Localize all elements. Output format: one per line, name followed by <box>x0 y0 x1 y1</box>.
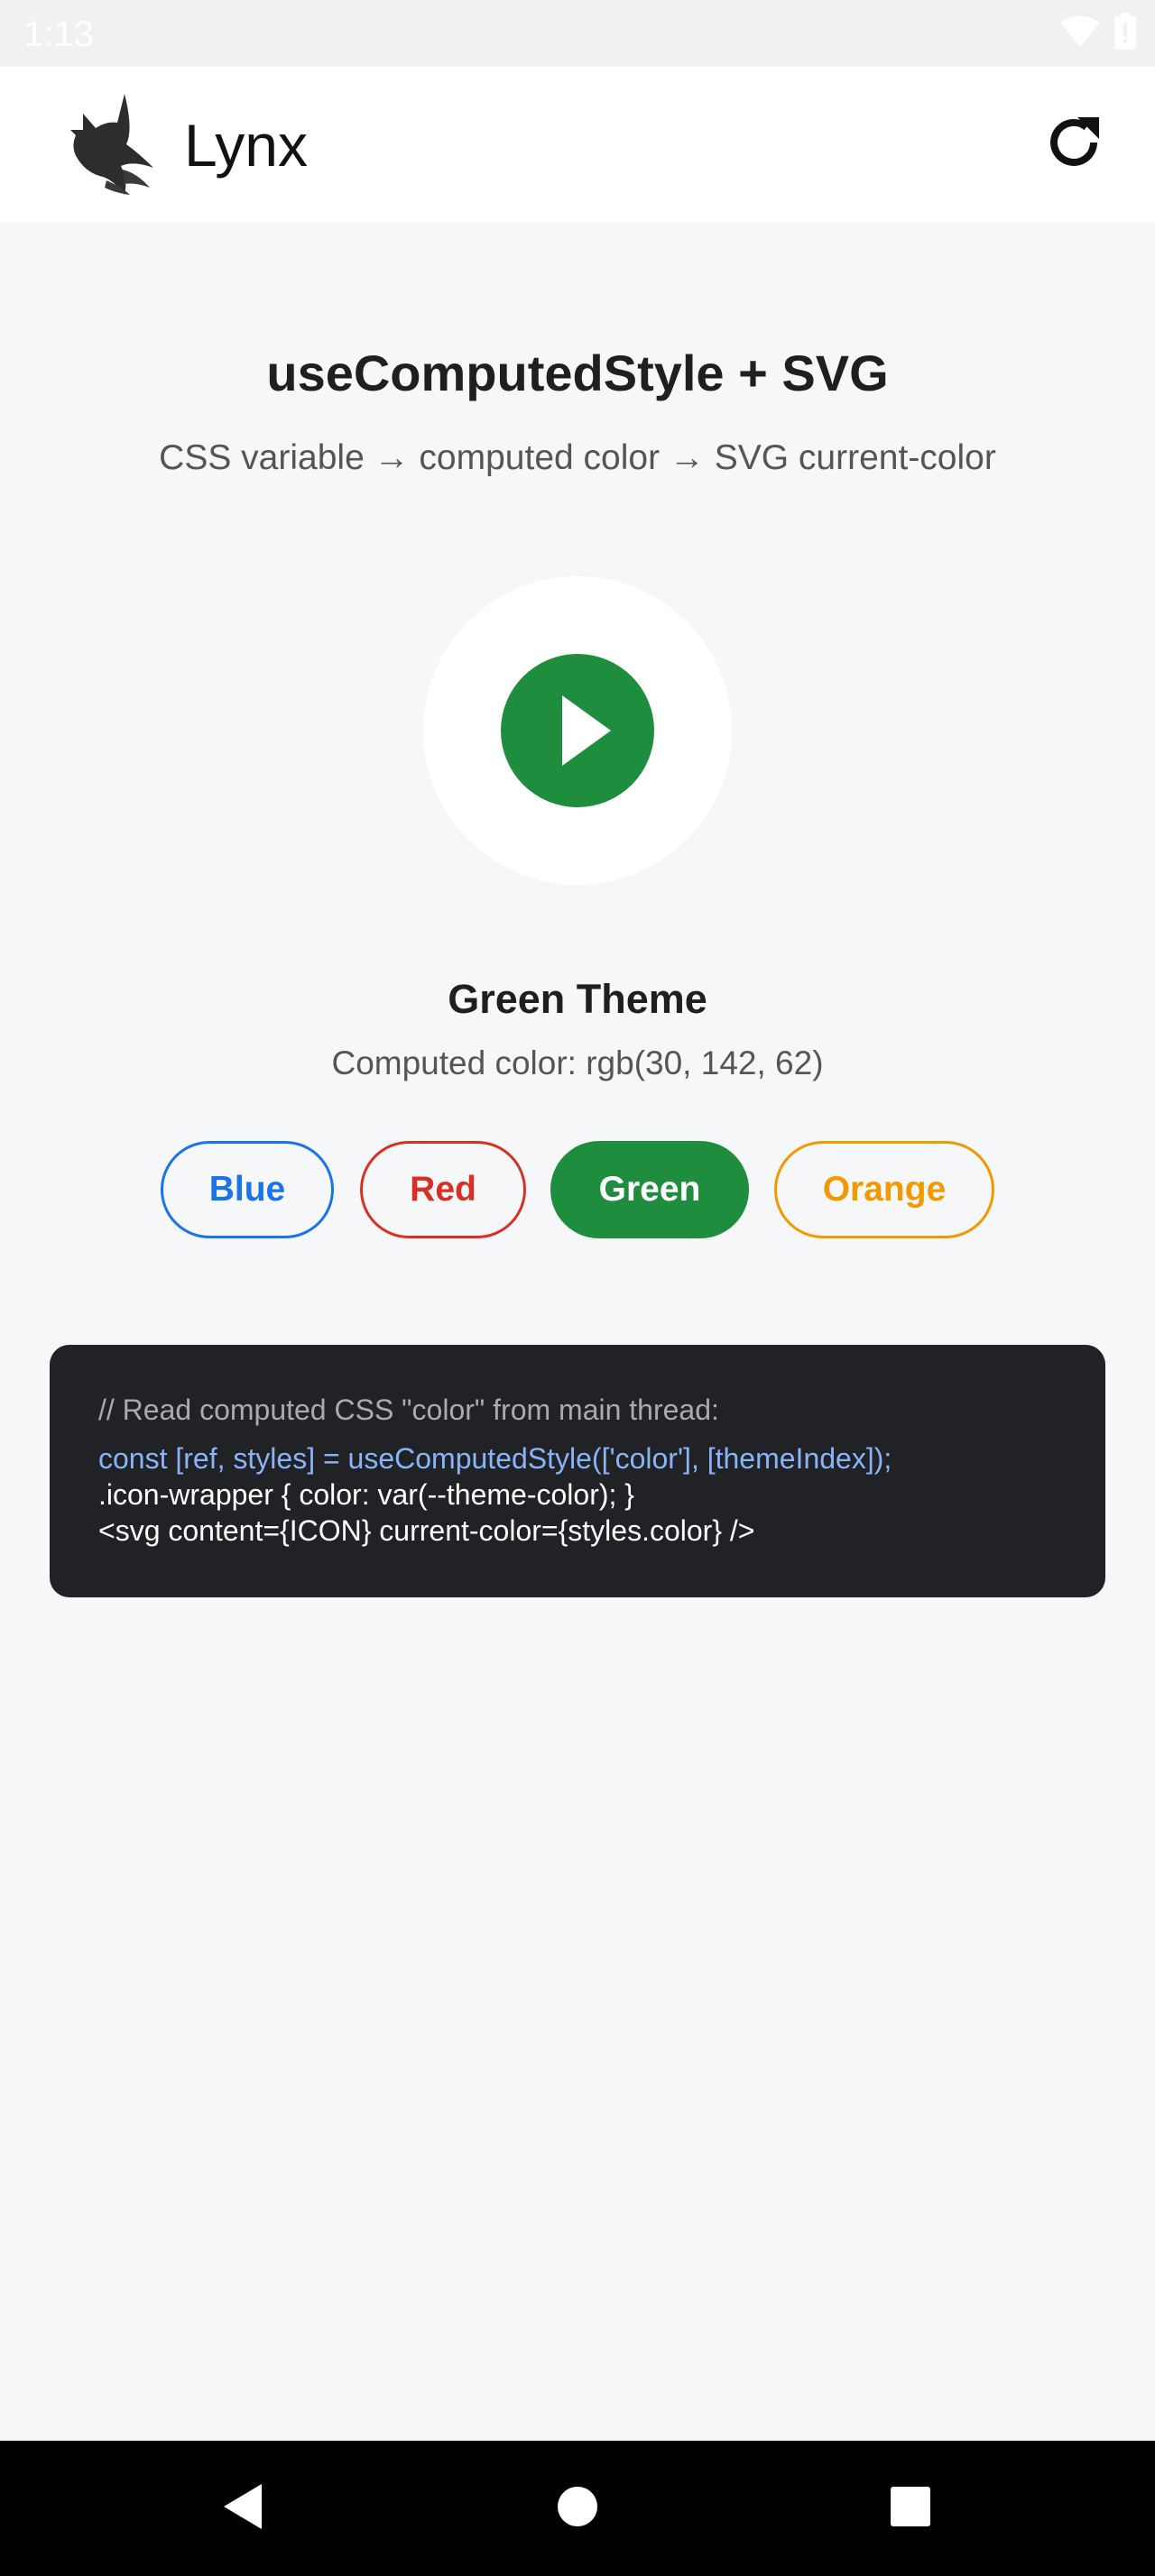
wifi-icon <box>1059 14 1101 53</box>
home-button[interactable] <box>541 2472 614 2544</box>
refresh-icon <box>1041 110 1106 179</box>
blue-theme-button[interactable]: Blue <box>161 1141 334 1238</box>
recents-icon <box>890 2486 931 2532</box>
code-line-svg: <svg content={ICON} current-color={style… <box>98 1514 755 1547</box>
back-button[interactable] <box>207 2472 279 2544</box>
status-icons <box>1059 12 1137 55</box>
green-theme-button[interactable]: Green <box>550 1141 749 1238</box>
play-icon <box>501 654 654 807</box>
navigation-bar <box>0 2441 1155 2576</box>
back-icon <box>220 2482 265 2535</box>
status-time: 1:13 <box>23 14 94 54</box>
app-title: Lynx <box>184 112 308 179</box>
orange-theme-button[interactable]: Orange <box>774 1141 994 1238</box>
page-title: useComputedStyle + SVG <box>266 345 889 401</box>
page-subtitle: CSS variable → computed color → SVG curr… <box>159 438 996 477</box>
red-theme-button[interactable]: Red <box>360 1141 526 1238</box>
theme-name: Green Theme <box>448 976 707 1022</box>
app-bar: Lynx <box>0 67 1155 222</box>
status-bar: 1:13 <box>0 0 1155 67</box>
code-snippet: // Read computed CSS "color" from main t… <box>50 1345 1105 1597</box>
code-line-css: .icon-wrapper { color: var(--theme-color… <box>98 1478 634 1511</box>
code-comment: // Read computed CSS "color" from main t… <box>98 1394 719 1426</box>
refresh-button[interactable] <box>1038 108 1110 180</box>
computed-color-text: Computed color: rgb(30, 142, 62) <box>331 1044 824 1081</box>
battery-icon <box>1113 12 1137 55</box>
recents-button[interactable] <box>874 2472 947 2544</box>
lynx-logo-icon <box>70 94 153 195</box>
code-line-hook: const [ref, styles] = useComputedStyle([… <box>98 1442 892 1475</box>
home-icon <box>557 2486 598 2532</box>
icon-preview <box>423 576 732 885</box>
